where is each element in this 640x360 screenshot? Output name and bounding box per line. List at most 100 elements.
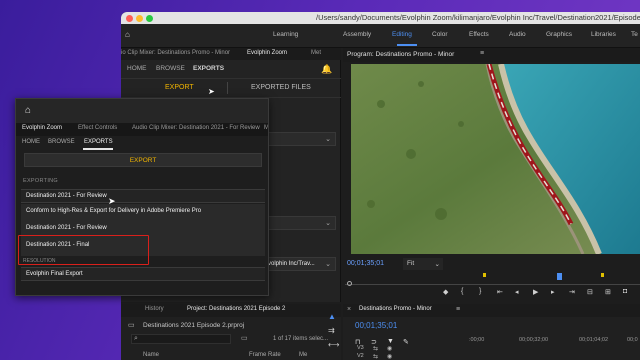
bell-icon[interactable]: 🔔 <box>321 64 333 74</box>
divider <box>227 82 228 94</box>
go-to-in-icon[interactable]: ⇤ <box>497 288 503 296</box>
final-export-label: Evolphin Final Export <box>26 271 83 277</box>
program-monitor-header: Program: Destinations Promo - Minor ≡ <box>343 48 640 62</box>
menu-icon[interactable]: ≡ <box>456 306 460 313</box>
playhead-icon[interactable] <box>557 273 562 280</box>
tab-effect-controls[interactable]: Effect Controls <box>78 125 117 131</box>
track-v3[interactable]: V3 <box>357 345 364 351</box>
fit-label: Fit <box>407 260 415 267</box>
aerial-train-image <box>351 64 640 254</box>
workspace-tab-assembly[interactable]: Assembly <box>343 31 371 38</box>
export-preset-dropdown[interactable]: Destination 2021 - For Review <box>21 189 265 203</box>
evolphin-nav: HOME BROWSE EXPORTS 🔔 <box>121 60 341 78</box>
tab-project[interactable]: Project: Destinations 2021 Episode 2 <box>187 306 285 312</box>
nav-browse[interactable]: BROWSE <box>48 139 75 145</box>
export-tab[interactable]: EXPORT <box>165 84 194 91</box>
highlight-box <box>18 235 149 265</box>
zoom-fit-select[interactable]: Fit ⌄ <box>403 258 443 270</box>
minimize-window-button[interactable] <box>136 15 143 22</box>
program-timecode[interactable]: 00;01;35;01 <box>347 260 384 267</box>
folder-icon: ▭ <box>128 322 135 329</box>
close-window-button[interactable] <box>126 15 133 22</box>
tab-more[interactable]: M <box>264 125 268 131</box>
mark-out-icon[interactable]: } <box>479 288 481 295</box>
step-forward-icon[interactable]: ▸ <box>551 288 555 296</box>
nav-home[interactable]: HOME <box>127 65 147 72</box>
new-bin-icon[interactable]: ▭ <box>241 334 248 342</box>
workspace-tab-effects[interactable]: Effects <box>469 31 489 38</box>
camera-icon[interactable]: ◘ <box>623 288 627 295</box>
play-icon[interactable]: ▶ <box>533 288 538 296</box>
project-file-name: Destinations 2021 Episode 2.prproj <box>143 322 245 329</box>
exported-files-tab[interactable]: EXPORTED FILES <box>251 84 311 91</box>
project-search-input[interactable]: ⌕ <box>131 334 231 344</box>
column-name[interactable]: Name <box>143 352 159 358</box>
in-point-icon[interactable] <box>347 281 352 286</box>
workspace-tab-libraries[interactable]: Libraries <box>591 31 616 38</box>
tools-panel: ▲ ⇉ ⟷ <box>325 312 339 360</box>
nav-exports[interactable]: EXPORTS <box>193 65 224 72</box>
timeline-timecode[interactable]: 00;01;35;01 <box>355 321 397 330</box>
export-button-label: EXPORT <box>129 157 157 164</box>
sync-lock-icon[interactable]: ⇆ <box>373 345 378 352</box>
tab-history[interactable]: History <box>145 306 164 312</box>
track-v2[interactable]: V2 <box>357 353 364 359</box>
workspace-tab-audio[interactable]: Audio <box>509 31 526 38</box>
option-conform-high-res[interactable]: Conform to High-Res & Export for Deliver… <box>26 208 201 214</box>
path-value: volphin Inc/Trav... <box>268 261 315 267</box>
close-icon[interactable]: × <box>347 306 351 313</box>
track-select-icon[interactable]: ⇉ <box>328 326 335 335</box>
tab-evolphin-zoom[interactable]: Evolphin Zoom <box>247 50 287 56</box>
settings-icon[interactable]: ✎ <box>403 338 409 346</box>
chevron-down-icon: ⌄ <box>325 261 331 268</box>
option-for-review[interactable]: Destination 2021 - For Review <box>26 225 107 231</box>
nav-home[interactable]: HOME <box>22 139 40 145</box>
add-marker-icon[interactable]: ▼ <box>387 338 394 345</box>
export-toggle-row: EXPORT EXPORTED FILES ➤ <box>121 78 341 98</box>
add-marker-icon[interactable]: ◆ <box>443 288 448 296</box>
go-to-out-icon[interactable]: ⇥ <box>569 288 575 296</box>
home-icon[interactable]: ⌂ <box>25 105 37 117</box>
program-scrubber[interactable] <box>345 273 640 288</box>
tab-evolphin-zoom[interactable]: Evolphin Zoom <box>22 125 62 131</box>
tab-sequence[interactable]: Destinations Promo - Minor <box>359 306 432 312</box>
export-button[interactable]: EXPORT <box>24 153 262 167</box>
timeline-panel: 00;01;35;01 ⊓ ⊃ ▼ ✎ :00;00 00;00;32;00 0… <box>343 317 640 360</box>
eye-icon[interactable]: ◉ <box>387 345 392 352</box>
floating-panel-nav: HOME BROWSE EXPORTS <box>16 136 268 150</box>
sync-lock-icon[interactable]: ⇆ <box>373 353 378 360</box>
insert-icon[interactable]: ⊟ <box>587 288 593 296</box>
step-back-icon[interactable]: ◂ <box>515 288 519 296</box>
final-export-row[interactable]: Evolphin Final Export <box>21 267 265 281</box>
workspace-tab-editing[interactable]: Editing <box>392 31 412 38</box>
selection-tool-icon[interactable]: ▲ <box>328 312 336 321</box>
chevron-down-icon: ⌄ <box>434 261 440 268</box>
title-bar: /Users/sandy/Documents/Evolphin Zoom/kil… <box>121 12 640 24</box>
workspace-tab-graphics[interactable]: Graphics <box>546 31 572 38</box>
program-monitor-title[interactable]: Program: Destinations Promo - Minor <box>347 51 454 58</box>
workspace-tab-color[interactable]: Color <box>432 31 448 38</box>
floating-evolphin-panel: ⌂ Evolphin Zoom Effect Controls Audio Cl… <box>15 98 269 296</box>
tab-audio-clip-mixer[interactable]: io Clip Mixer: Destinations Promo - Mino… <box>121 50 230 56</box>
ruler-tick-1: 00;00;32;00 <box>519 337 549 343</box>
tab-metadata[interactable]: Met <box>311 50 321 56</box>
nav-exports[interactable]: EXPORTS <box>84 139 113 145</box>
nav-browse[interactable]: BROWSE <box>156 65 185 72</box>
column-frame-rate[interactable]: Frame Rate <box>249 352 281 358</box>
workspace-tab-te[interactable]: Te <box>631 31 638 38</box>
mark-in-icon[interactable]: { <box>461 288 463 295</box>
workspace-tab-learning[interactable]: Learning <box>273 31 298 38</box>
menu-icon[interactable]: ≡ <box>480 50 484 57</box>
scrub-track <box>345 284 640 285</box>
overwrite-icon[interactable]: ⊞ <box>605 288 611 296</box>
selected-preset: Destination 2021 - For Review <box>26 193 107 199</box>
active-workspace-underline <box>397 44 417 46</box>
eye-icon[interactable]: ◉ <box>387 353 392 360</box>
chevron-down-icon: ⌄ <box>325 136 331 143</box>
column-media[interactable]: Me <box>299 352 307 358</box>
home-icon[interactable]: ⌂ <box>125 30 130 39</box>
ruler-tick-0: :00;00 <box>469 337 485 343</box>
tab-audio-clip-mixer[interactable]: Audio Clip Mixer: Destination 2021 - For… <box>132 125 260 131</box>
ripple-edit-icon[interactable]: ⟷ <box>328 340 339 349</box>
zoom-window-button[interactable] <box>146 15 153 22</box>
